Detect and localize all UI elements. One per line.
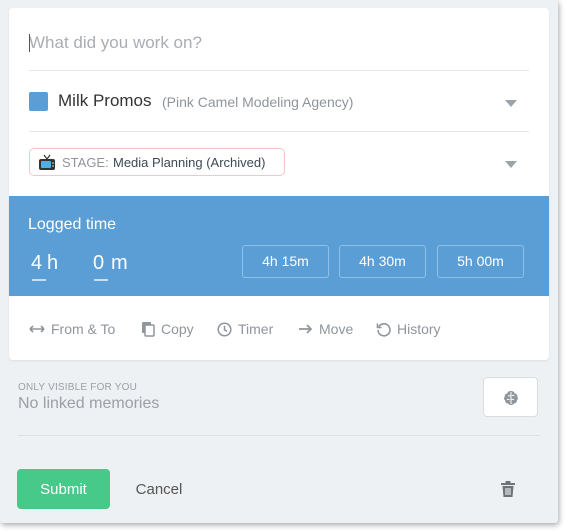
link-memories-button[interactable] (483, 377, 538, 417)
move-label: Move (319, 321, 354, 337)
minutes-unit: m (111, 252, 128, 274)
stage-prefix: STAGE: (62, 155, 109, 170)
section-divider (18, 435, 540, 436)
project-color-swatch (29, 92, 48, 111)
cancel-button[interactable]: Cancel (126, 469, 192, 509)
entry-card: Milk Promos (Pink Camel Modeling Agency)… (9, 8, 549, 360)
brain-icon (504, 391, 518, 405)
logged-time-title: Logged time (28, 216, 117, 233)
copy-label: Copy (161, 321, 194, 337)
description-row (29, 24, 529, 71)
hours-value: 4 (31, 252, 43, 274)
chevron-down-icon[interactable] (505, 100, 517, 107)
clock-icon (217, 321, 232, 337)
from-to-label: From & To (51, 321, 116, 337)
stage-chip[interactable]: STAGE: Media Planning (Archived) (29, 148, 285, 176)
stage-name: Media Planning (Archived) (113, 155, 266, 170)
arrow-right-icon (299, 324, 313, 334)
stage-select[interactable]: STAGE: Media Planning (Archived) (29, 132, 529, 192)
tv-icon (39, 154, 55, 170)
copy-button[interactable]: Copy (141, 316, 194, 342)
from-to-button[interactable]: From & To (29, 316, 115, 342)
history-label: History (397, 321, 441, 337)
preset-button[interactable]: 4h 30m (339, 245, 426, 278)
trash-icon[interactable] (498, 479, 518, 499)
preset-button[interactable]: 4h 15m (242, 245, 329, 278)
move-button[interactable]: Move (298, 316, 353, 342)
time-entry-dialog: Milk Promos (Pink Camel Modeling Agency)… (0, 0, 558, 523)
arrows-horizontal-icon (29, 325, 45, 333)
project-client: (Pink Camel Modeling Agency) (162, 94, 354, 110)
hours-unit: h (47, 252, 59, 274)
timer-button[interactable]: Timer (217, 316, 273, 342)
copy-icon (142, 322, 155, 337)
chevron-down-icon[interactable] (505, 161, 517, 168)
preset-button[interactable]: 5h 00m (437, 245, 524, 278)
history-icon (376, 322, 391, 337)
text-caret (29, 34, 30, 52)
minutes-input[interactable]: 0 m (93, 252, 133, 281)
project-name: Milk Promos (58, 91, 152, 110)
hours-input[interactable]: 4 h (31, 252, 61, 281)
minutes-value: 0 (93, 252, 105, 274)
memories-visibility-note: ONLY VISIBLE FOR YOU (18, 382, 138, 393)
hours-underline (32, 279, 46, 281)
logged-time-panel: Logged time 4 h 0 m 4h 15m 4h 30m 5h 00m (9, 196, 549, 296)
submit-button[interactable]: Submit (17, 469, 110, 509)
project-select[interactable]: Milk Promos (Pink Camel Modeling Agency) (29, 72, 529, 132)
timer-label: Timer (238, 321, 274, 337)
memories-status: No linked memories (18, 395, 160, 412)
minutes-underline (94, 279, 108, 281)
description-input[interactable] (29, 28, 529, 58)
entry-actions: From & To Copy Timer Move History (29, 316, 539, 342)
history-button[interactable]: History (376, 316, 441, 342)
